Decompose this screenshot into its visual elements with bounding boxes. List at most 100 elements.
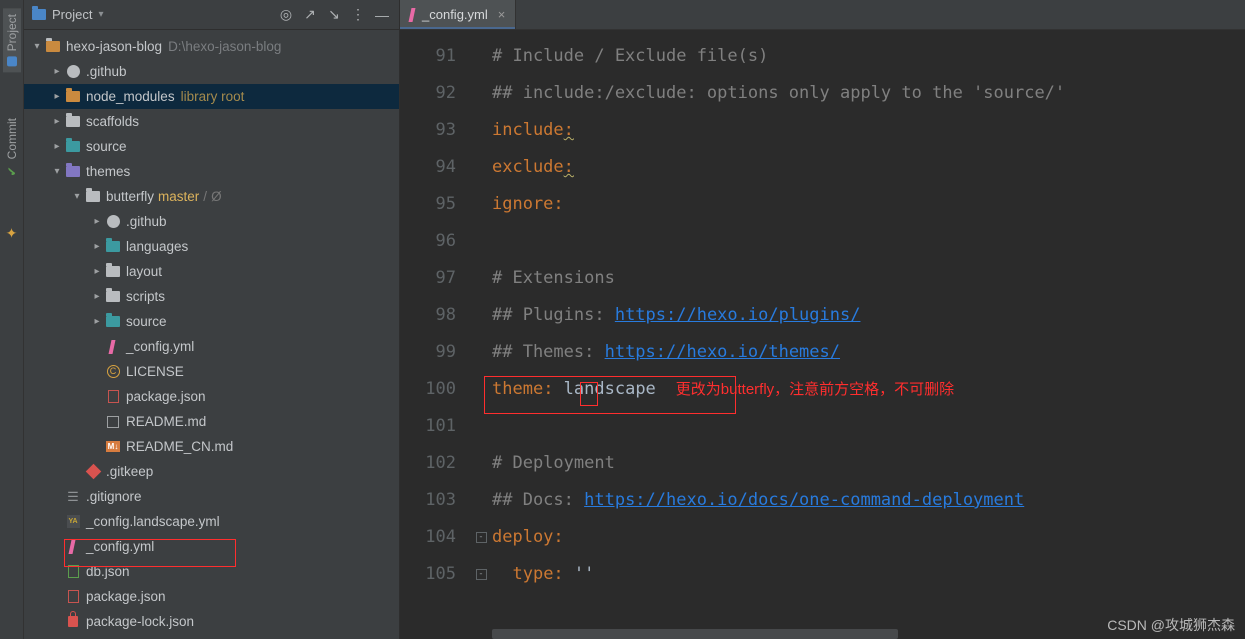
- commit-tool-tab[interactable]: ✔ Commit: [3, 112, 21, 184]
- license-icon: C: [104, 365, 122, 378]
- code-line[interactable]: theme: landscape更改为butterfly，注意前方空格，不可删除: [492, 371, 1245, 408]
- collapse-icon[interactable]: ↘: [325, 6, 343, 23]
- fold-column[interactable]: --: [470, 30, 492, 639]
- tree-item[interactable]: package.json: [24, 384, 399, 409]
- tree-item[interactable]: ▸scaffolds: [24, 109, 399, 134]
- tree-item-label: .gitkeep: [106, 459, 153, 484]
- code-line[interactable]: # Deployment: [492, 445, 1245, 482]
- chevron-right-icon[interactable]: ▸: [90, 209, 104, 234]
- tree-item-label: _config.landscape.yml: [86, 509, 220, 534]
- tree-item[interactable]: ▸source: [24, 134, 399, 159]
- editor-tab-config[interactable]: _config.yml ×: [400, 0, 516, 29]
- code-line[interactable]: [492, 223, 1245, 260]
- line-number: 99: [400, 334, 470, 371]
- line-number: 104: [400, 519, 470, 556]
- project-tool-label: Project: [5, 14, 19, 51]
- chevron-right-icon[interactable]: ▸: [50, 84, 64, 109]
- code-editor[interactable]: 919293949596979899100101102103104105 -- …: [400, 30, 1245, 639]
- chevron-down-icon[interactable]: ▾: [70, 184, 84, 209]
- tree-item[interactable]: ▸ layout: [24, 259, 399, 284]
- json-file-icon: [104, 390, 122, 403]
- tree-item[interactable]: CLICENSE: [24, 359, 399, 384]
- markdown-file-icon: M↓: [104, 441, 122, 452]
- code-line[interactable]: type: '': [492, 556, 1245, 593]
- tree-item[interactable]: ▾butterfly master/Ø: [24, 184, 399, 209]
- tree-item[interactable]: .gitkeep: [24, 459, 399, 484]
- tree-item[interactable]: ▾themes: [24, 159, 399, 184]
- tree-item-label: db.json: [86, 559, 130, 584]
- chevron-right-icon[interactable]: ▸: [90, 309, 104, 334]
- tree-item-label: layout: [126, 259, 162, 284]
- chevron-down-icon[interactable]: ▾: [50, 159, 64, 184]
- tree-item[interactable]: YA _config.landscape.yml: [24, 509, 399, 534]
- tree-item-path: D:\hexo-jason-blog: [168, 34, 281, 59]
- tree-item[interactable]: package.json: [24, 584, 399, 609]
- project-tool-tab[interactable]: Project: [3, 8, 21, 72]
- code-line[interactable]: exclude:: [492, 149, 1245, 186]
- chevron-right-icon[interactable]: ▸: [50, 109, 64, 134]
- tree-item[interactable]: ▸node_moduleslibrary root: [24, 84, 399, 109]
- tree-item[interactable]: ▸ scripts: [24, 284, 399, 309]
- line-number: 102: [400, 445, 470, 482]
- code-line[interactable]: ## Docs: https://hexo.io/docs/one-comman…: [492, 482, 1245, 519]
- gitkeep-icon: [84, 466, 102, 477]
- tree-item-label: scripts: [126, 284, 165, 309]
- code-line[interactable]: ignore:: [492, 186, 1245, 223]
- github-icon: [104, 215, 122, 228]
- tree-item[interactable]: _config.yml: [24, 534, 399, 559]
- watermark: CSDN @攻城狮杰森: [1107, 615, 1235, 635]
- chevron-right-icon[interactable]: ▸: [50, 59, 64, 84]
- tree-item[interactable]: ☰.gitignore: [24, 484, 399, 509]
- code-line[interactable]: include:: [492, 112, 1245, 149]
- chevron-right-icon[interactable]: ▸: [50, 134, 64, 159]
- folder-icon: [64, 91, 82, 102]
- chevron-right-icon[interactable]: ▸: [90, 259, 104, 284]
- project-icon: [7, 56, 17, 66]
- code-line[interactable]: ## Themes: https://hexo.io/themes/: [492, 334, 1245, 371]
- fold-button[interactable]: -: [476, 569, 487, 580]
- tree-item[interactable]: README.md: [24, 409, 399, 434]
- code-line[interactable]: deploy:: [492, 519, 1245, 556]
- chevron-down-icon[interactable]: ▾: [98, 9, 103, 20]
- chevron-right-icon[interactable]: ▸: [90, 284, 104, 309]
- yml-file-icon: [409, 8, 416, 22]
- expand-icon[interactable]: ↗: [301, 6, 319, 23]
- favorites-icon[interactable]: ✦: [6, 225, 18, 242]
- tree-item-label: butterfly: [106, 184, 154, 209]
- tree-item[interactable]: ▸.github: [24, 59, 399, 84]
- tree-item-label: source: [126, 309, 167, 334]
- fold-button[interactable]: -: [476, 532, 487, 543]
- file-tree[interactable]: ▾hexo-jason-blog D:\hexo-jason-blog▸.git…: [24, 30, 399, 638]
- markdown-file-icon: [104, 416, 122, 428]
- locate-icon[interactable]: ◎: [277, 6, 295, 23]
- sidebar-title[interactable]: Project: [52, 7, 92, 22]
- tree-item-label: node_modules: [86, 84, 175, 109]
- chevron-down-icon[interactable]: ▾: [30, 34, 44, 59]
- close-tab-icon[interactable]: ×: [498, 7, 506, 22]
- code-line[interactable]: [492, 408, 1245, 445]
- yaml-file-icon: YA: [64, 515, 82, 528]
- line-number: 91: [400, 38, 470, 75]
- commit-tool-label: Commit: [5, 118, 19, 159]
- code-line[interactable]: ## Plugins: https://hexo.io/plugins/: [492, 297, 1245, 334]
- tree-item[interactable]: ▸languages: [24, 234, 399, 259]
- code-line[interactable]: # Include / Exclude file(s): [492, 38, 1245, 75]
- line-number: 95: [400, 186, 470, 223]
- minimize-icon[interactable]: —: [373, 7, 391, 23]
- tree-item[interactable]: _config.yml: [24, 334, 399, 359]
- tree-item[interactable]: M↓README_CN.md: [24, 434, 399, 459]
- more-icon[interactable]: ⋮: [349, 6, 367, 23]
- tree-item[interactable]: db.json: [24, 559, 399, 584]
- scrollbar-thumb[interactable]: [492, 629, 898, 639]
- code-line[interactable]: ## include:/exclude: options only apply …: [492, 75, 1245, 112]
- tree-item[interactable]: ▸ source: [24, 309, 399, 334]
- folder-icon: [84, 191, 102, 202]
- tree-root[interactable]: ▾hexo-jason-blog D:\hexo-jason-blog: [24, 34, 399, 59]
- tree-item[interactable]: package-lock.json: [24, 609, 399, 634]
- chevron-right-icon[interactable]: ▸: [90, 234, 104, 259]
- line-number: 98: [400, 297, 470, 334]
- line-number: 105: [400, 556, 470, 593]
- code-line[interactable]: # Extensions: [492, 260, 1245, 297]
- code-content[interactable]: # Include / Exclude file(s)## include:/e…: [492, 30, 1245, 639]
- tree-item[interactable]: ▸.github: [24, 209, 399, 234]
